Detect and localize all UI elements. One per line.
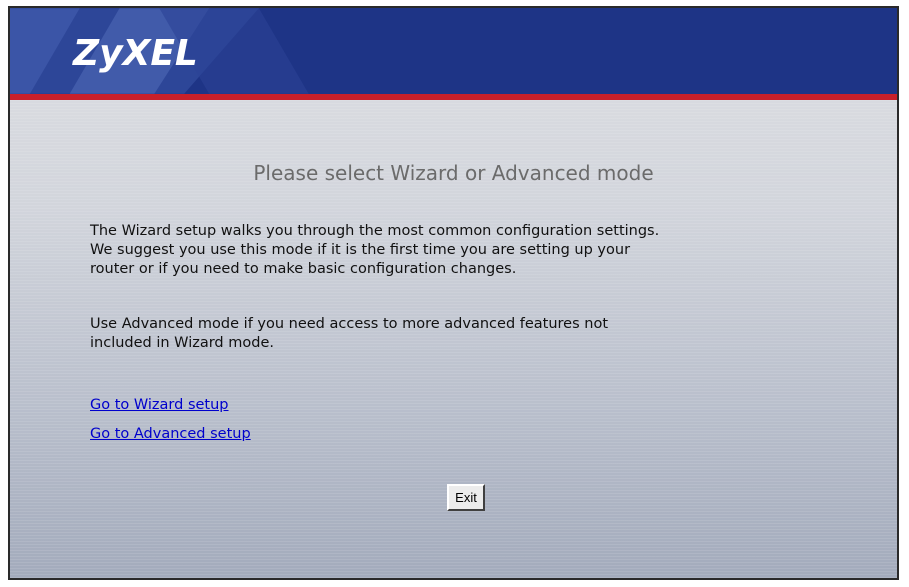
page-title: Please select Wizard or Advanced mode [253,161,654,185]
zyxel-logo: ZyXEL [73,33,198,74]
advanced-description: Use Advanced mode if you need access to … [90,316,609,351]
header-banner: ZyXEL [10,8,897,94]
exit-button[interactable]: Exit [447,484,485,511]
go-to-wizard-setup-link[interactable]: Go to Wizard setup [90,396,229,415]
page-frame: ZyXEL Please select Wizard or Advanced m… [8,6,899,580]
go-to-advanced-setup-link[interactable]: Go to Advanced setup [90,425,251,444]
header-red-stripe [10,94,897,100]
wizard-description: The Wizard setup walks you through the m… [90,223,660,277]
